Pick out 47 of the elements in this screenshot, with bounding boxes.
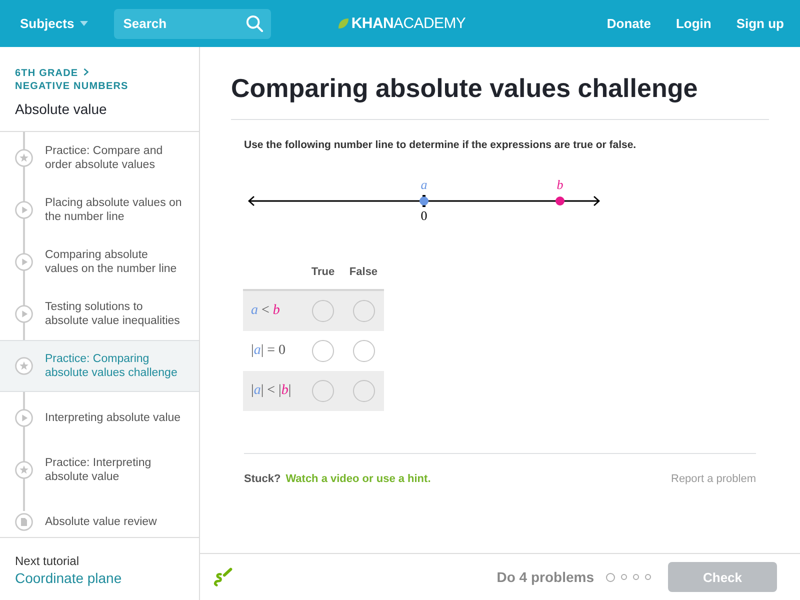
point-label: b [556,177,564,192]
scratchpad-icon[interactable] [213,567,233,587]
radio-button[interactable] [312,300,334,322]
hint-link[interactable]: Watch a video or use a hint. [286,472,431,486]
radio-button[interactable] [352,380,374,402]
breadcrumb-link[interactable]: 6TH GRADE [15,68,78,79]
caret-icon [80,21,88,26]
radio-button[interactable] [352,300,374,322]
expression-text: |a| = 0 [250,343,286,359]
sidebar-item[interactable]: Practice: Compare and order absolute values [0,132,199,184]
radio-button[interactable] [352,340,374,362]
column-header: True [310,266,336,278]
search-icon[interactable] [246,14,264,32]
column-header: False [348,266,379,278]
chevron-icon [83,68,90,76]
next-tutorial-link[interactable]: Coordinate plane [15,570,122,587]
nav-link[interactable]: Login [676,16,712,31]
goal-text: Do 4 problems [496,569,594,585]
point-marker[interactable] [420,196,428,206]
stuck-label: Stuck? [244,472,281,486]
leaf-icon [338,18,350,29]
sidebar-item[interactable]: Placing absolute values on the number line [0,184,199,236]
radio-button[interactable] [312,380,334,402]
sidebar-item[interactable]: Testing solutions to absolute value inequalities [0,288,199,340]
next-tutorial-label: Next tutorial [15,554,80,568]
subjects-menu-button[interactable]: Subjects [20,16,88,31]
sidebar-item[interactable]: Absolute value review [0,496,199,537]
logo-text[interactable]: KHANACADEMY [351,15,466,32]
nav-link[interactable]: Donate [606,16,651,31]
sidebar-item[interactable]: Comparing absolute values on the number line [0,236,199,288]
sidebar-item[interactable]: Practice: Interpreting absolute value [0,444,199,496]
point-label: a [420,177,428,192]
expression-text: a < b [250,303,280,319]
instruction-text: Use the following number line to determine if the expressions are true or false. [244,138,638,152]
sidebar-item[interactable]: Interpreting absolute value [0,392,199,444]
report-link[interactable]: Report a problem [671,472,756,486]
search-field[interactable]: Search [114,8,272,38]
radio-button[interactable] [312,340,334,362]
tick-label: 0 [420,208,428,223]
exercise-title: Comparing absolute values challenge [231,72,699,105]
nav-link[interactable]: Sign up [736,16,784,31]
document-icon [15,513,33,531]
expression-text: |a| < |b| [250,383,292,399]
breadcrumb-link[interactable]: NEGATIVE NUMBERS [15,81,128,92]
sidebar-item[interactable]: Practice: Comparing absolute values challenge [0,340,199,392]
point-marker[interactable] [556,196,564,206]
section-title: Absolute value [15,100,108,118]
